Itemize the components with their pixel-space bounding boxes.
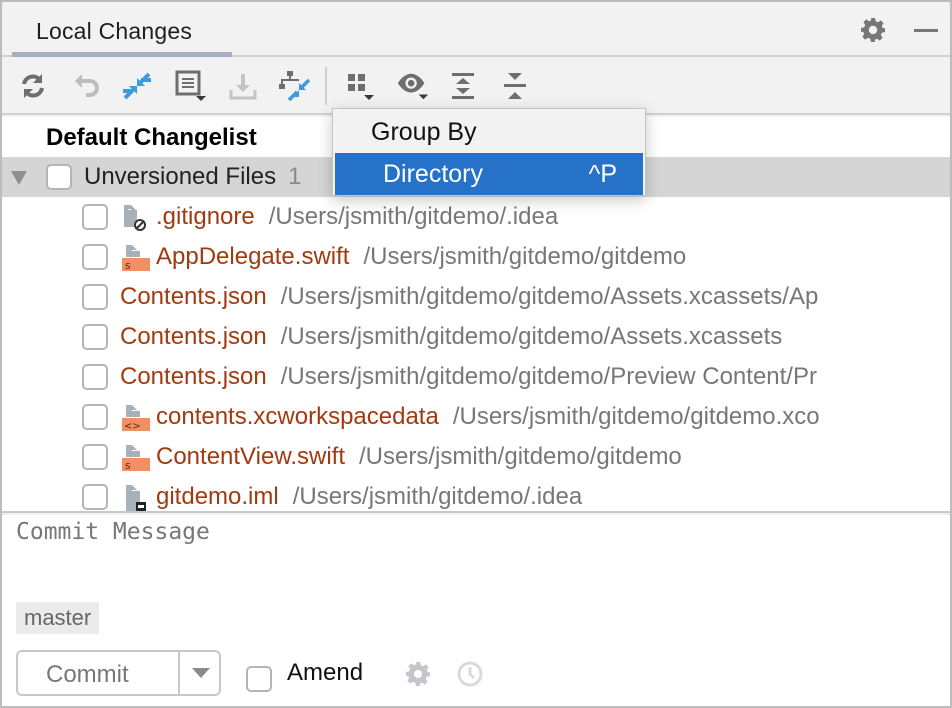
popup-item-label: Directory — [383, 160, 484, 188]
file-checkbox[interactable] — [82, 404, 108, 430]
gear-icon[interactable] — [859, 16, 887, 44]
file-path: /Users/jsmith/gitdemo/gitdemo/Assets.xca… — [280, 283, 819, 310]
commit-history-clock-icon[interactable] — [456, 660, 484, 688]
file-name: AppDelegate.swift/Users/jsmith/gitdemo/g… — [156, 243, 686, 271]
collapse-all-button[interactable] — [498, 69, 532, 103]
file-checkbox[interactable] — [82, 364, 108, 390]
file-name-text: gitdemo.iml — [156, 483, 279, 510]
file-row[interactable]: gitdemo.iml/Users/jsmith/gitdemo/.idea — [2, 477, 950, 511]
file-name-text: Contents.json — [120, 283, 267, 310]
structure-diff-icon — [279, 71, 311, 102]
file-name: .gitignore/Users/jsmith/gitdemo/.idea — [156, 203, 558, 231]
group-by-icon — [348, 74, 374, 100]
file-name: Contents.json/Users/jsmith/gitdemo/gitde… — [120, 363, 817, 391]
amend-checkbox[interactable] — [246, 666, 272, 692]
popup-item-shortcut: ^P — [588, 160, 617, 188]
file-path: /Users/jsmith/gitdemo/.idea — [268, 203, 559, 230]
group-count: 1 — [288, 163, 302, 190]
expand-all-button[interactable] — [446, 69, 480, 103]
file-row[interactable]: Contents.json/Users/jsmith/gitdemo/gitde… — [2, 277, 950, 317]
amend-label: Amend — [287, 659, 364, 686]
file-path: /Users/jsmith/gitdemo/gitdemo — [363, 243, 687, 270]
file-row[interactable]: Contents.json/Users/jsmith/gitdemo/gitde… — [2, 357, 950, 397]
swift-file-icon: s — [120, 243, 150, 273]
tab-active-indicator — [12, 52, 232, 57]
commit-panel: Commit Message master Commit Amend — [2, 515, 950, 706]
file-checkbox[interactable] — [82, 444, 108, 470]
svg-text:<>: <> — [124, 421, 141, 432]
file-path: /Users/jsmith/gitdemo/gitdemo/Assets.xca… — [280, 323, 783, 350]
file-name: Contents.json/Users/jsmith/gitdemo/gitde… — [120, 283, 818, 311]
svg-text:s: s — [125, 459, 131, 472]
file-checkbox[interactable] — [82, 204, 108, 230]
file-path: /Users/jsmith/gitdemo/.idea — [292, 483, 583, 510]
changelists-menu-button[interactable] — [174, 69, 208, 103]
svg-text:s: s — [125, 259, 131, 272]
commit-button-label: Commit — [46, 661, 129, 688]
commit-button-divider — [178, 652, 180, 694]
file-name-text: AppDelegate.swift — [156, 243, 350, 270]
local-changes-panel: Local Changes Default Changelist Unversi… — [0, 0, 952, 708]
download-icon — [229, 74, 257, 100]
changelist-menu-icon — [175, 70, 206, 101]
file-path: /Users/jsmith/gitdemo/gitdemo.xco — [452, 403, 820, 430]
file-checkbox[interactable] — [82, 484, 108, 510]
file-checkbox[interactable] — [82, 324, 108, 350]
show-diff-button[interactable] — [120, 69, 154, 103]
compare-branches-button[interactable] — [278, 69, 312, 103]
ignored-file-icon — [120, 203, 150, 233]
file-row[interactable]: s AppDelegate.swift/Users/jsmith/gitdemo/… — [2, 237, 950, 277]
commit-options-gear-icon[interactable] — [404, 660, 432, 688]
file-row[interactable]: Contents.json/Users/jsmith/gitdemo/gitde… — [2, 317, 950, 357]
file-name: contents.xcworkspacedata/Users/jsmith/gi… — [156, 403, 820, 431]
group-label: Unversioned Files 1 — [84, 163, 302, 190]
file-row[interactable]: s ContentView.swift/Users/jsmith/gitdemo/… — [2, 437, 950, 477]
file-name: gitdemo.iml/Users/jsmith/gitdemo/.idea — [156, 483, 582, 511]
toolbar-separator — [325, 67, 327, 105]
file-name: Contents.json/Users/jsmith/gitdemo/gitde… — [120, 323, 782, 351]
file-name-text: contents.xcworkspacedata — [156, 403, 439, 430]
rollback-button[interactable] — [70, 69, 104, 103]
module-file-icon — [120, 483, 150, 511]
shelve-button[interactable] — [226, 69, 260, 103]
group-by-button[interactable] — [344, 69, 378, 103]
file-path: /Users/jsmith/gitdemo/gitdemo — [359, 443, 682, 470]
commit-message-input[interactable]: Commit Message — [16, 519, 210, 545]
refresh-icon — [22, 74, 44, 98]
diff-arrows-icon — [123, 72, 151, 100]
file-name: ContentView.swift/Users/jsmith/gitdemo/g… — [156, 443, 682, 471]
file-name-text: Contents.json — [120, 323, 267, 350]
file-checkbox[interactable] — [82, 244, 108, 270]
popup-title: Group By — [371, 118, 477, 146]
eye-icon — [397, 73, 429, 100]
undo-icon — [75, 74, 99, 97]
file-name-text: Contents.json — [120, 363, 267, 390]
file-path: /Users/jsmith/gitdemo/gitdemo/Preview Co… — [280, 363, 817, 390]
file-row[interactable]: .gitignore/Users/jsmith/gitdemo/.idea — [2, 197, 950, 237]
minimize-icon[interactable] — [912, 16, 940, 44]
file-checkbox[interactable] — [82, 284, 108, 310]
group-by-popup: Group By Directory ^P — [332, 108, 646, 196]
group-checkbox[interactable] — [46, 164, 72, 190]
expand-all-icon — [452, 73, 474, 99]
chevron-down-icon[interactable] — [192, 668, 210, 678]
collapse-all-icon — [504, 73, 526, 99]
xml-file-icon: <> — [120, 403, 150, 433]
file-name-text: ContentView.swift — [156, 443, 345, 470]
tab-label: Local Changes — [36, 18, 193, 44]
panel-header: Local Changes — [2, 2, 950, 57]
swift-file-icon: s — [120, 443, 150, 473]
changelist-title[interactable]: Default Changelist — [46, 124, 257, 152]
view-options-button[interactable] — [396, 69, 430, 103]
expand-triangle-icon[interactable] — [11, 171, 27, 185]
file-name-text: .gitignore — [156, 203, 255, 230]
group-by-directory-item[interactable]: Directory ^P — [335, 153, 643, 195]
refresh-button[interactable] — [16, 69, 50, 103]
toolbar — [2, 59, 950, 115]
tab-local-changes[interactable]: Local Changes — [12, 2, 232, 57]
branch-label: master — [16, 602, 100, 634]
file-row[interactable]: <> contents.xcworkspacedata/Users/jsmith/… — [2, 397, 950, 437]
commit-button[interactable]: Commit — [16, 650, 221, 696]
